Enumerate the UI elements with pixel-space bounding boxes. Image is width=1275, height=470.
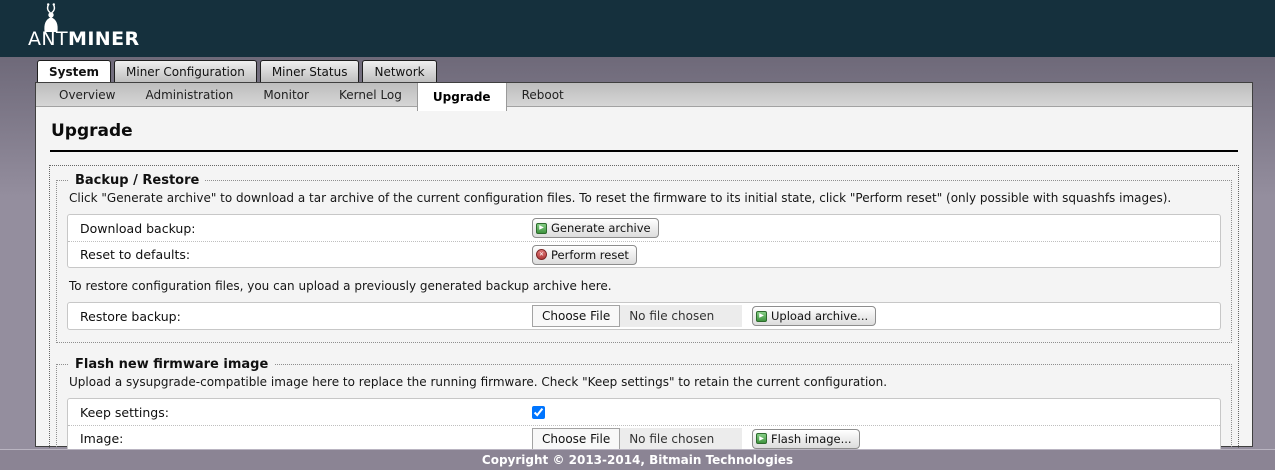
- panel-content: Upgrade Backup / Restore Click "Generate…: [36, 107, 1252, 470]
- footer: Copyright © 2013-2014, Bitmain Technolog…: [0, 449, 1275, 470]
- image-file-input[interactable]: Choose File No file chosen: [532, 428, 742, 450]
- choose-file-button[interactable]: Choose File: [532, 428, 620, 450]
- header: ANTMINER: [0, 0, 1275, 57]
- main-tab-bar: System Miner Configuration Miner Status …: [35, 60, 1253, 82]
- go-icon: ▶: [536, 223, 547, 234]
- table-row: Restore backup: Choose File No file chos…: [68, 303, 1220, 329]
- subtab-administration[interactable]: Administration: [131, 83, 249, 106]
- backup-restore-description: Click "Generate archive" to download a t…: [69, 191, 1221, 205]
- upload-archive-button[interactable]: ▶ Upload archive...: [752, 306, 876, 326]
- table-row: Keep settings:: [68, 399, 1220, 425]
- flash-image-button[interactable]: ▶ Flash image...: [752, 429, 860, 449]
- keep-settings-label: Keep settings:: [70, 405, 532, 420]
- flash-table: Keep settings: Image: Choose File: [67, 398, 1221, 452]
- backup-restore-legend: Backup / Restore: [69, 173, 205, 188]
- logo-ant-text: ANT: [28, 28, 68, 50]
- restore-table: Restore backup: Choose File No file chos…: [67, 302, 1221, 330]
- main-area: System Miner Configuration Miner Status …: [0, 57, 1275, 449]
- tab-miner-status[interactable]: Miner Status: [260, 60, 360, 82]
- backup-table: Download backup: ▶ Generate archive Rese…: [67, 214, 1221, 268]
- upgrade-form: Backup / Restore Click "Generate archive…: [49, 165, 1239, 470]
- download-backup-label: Download backup:: [70, 221, 532, 236]
- choose-file-button[interactable]: Choose File: [532, 305, 620, 327]
- tab-network[interactable]: Network: [362, 60, 436, 82]
- perform-reset-button[interactable]: ✕ Perform reset: [532, 245, 637, 265]
- restore-file-input[interactable]: Choose File No file chosen: [532, 305, 742, 327]
- flash-firmware-legend: Flash new firmware image: [69, 357, 274, 372]
- subtab-monitor[interactable]: Monitor: [248, 83, 324, 106]
- backup-restore-section: Backup / Restore Click "Generate archive…: [56, 173, 1232, 343]
- file-status-text: No file chosen: [629, 432, 714, 446]
- table-row: Reset to defaults: ✕ Perform reset: [68, 241, 1220, 267]
- table-row: Download backup: ▶ Generate archive: [68, 215, 1220, 241]
- keep-settings-checkbox[interactable]: [532, 406, 545, 419]
- generate-archive-label: Generate archive: [551, 221, 651, 235]
- page: ANTMINER System Miner Configuration Mine…: [0, 0, 1275, 470]
- go-icon: ▶: [756, 433, 767, 444]
- table-row: Image: Choose File No file chosen ▶ Flas…: [68, 425, 1220, 451]
- flash-firmware-description: Upload a sysupgrade-compatible image her…: [69, 375, 1221, 389]
- restore-backup-label: Restore backup:: [70, 309, 532, 324]
- upload-archive-label: Upload archive...: [771, 309, 868, 323]
- image-label: Image:: [70, 431, 532, 446]
- subtab-overview[interactable]: Overview: [44, 83, 131, 106]
- page-title: Upgrade: [51, 121, 1239, 141]
- subtab-upgrade[interactable]: Upgrade: [417, 83, 507, 111]
- logo-miner-text: MINER: [68, 28, 140, 50]
- tab-system[interactable]: System: [37, 60, 111, 82]
- reset-defaults-label: Reset to defaults:: [70, 247, 532, 262]
- tab-miner-configuration[interactable]: Miner Configuration: [114, 60, 257, 82]
- sub-tab-bar: Overview Administration Monitor Kernel L…: [36, 83, 1252, 107]
- perform-reset-label: Perform reset: [551, 248, 629, 262]
- flash-image-label: Flash image...: [771, 432, 852, 446]
- copyright-text: Copyright © 2013-2014, Bitmain Technolog…: [482, 453, 793, 467]
- file-status-text: No file chosen: [629, 309, 714, 323]
- subtab-reboot[interactable]: Reboot: [507, 83, 579, 106]
- antminer-logo: ANTMINER: [28, 30, 1275, 49]
- generate-archive-button[interactable]: ▶ Generate archive: [532, 218, 659, 238]
- content-panel: Overview Administration Monitor Kernel L…: [35, 82, 1253, 447]
- title-divider: [50, 150, 1238, 152]
- go-icon: ▶: [756, 311, 767, 322]
- subtab-kernel-log[interactable]: Kernel Log: [324, 83, 417, 106]
- restore-note: To restore configuration files, you can …: [69, 279, 1221, 293]
- reset-icon: ✕: [536, 249, 547, 260]
